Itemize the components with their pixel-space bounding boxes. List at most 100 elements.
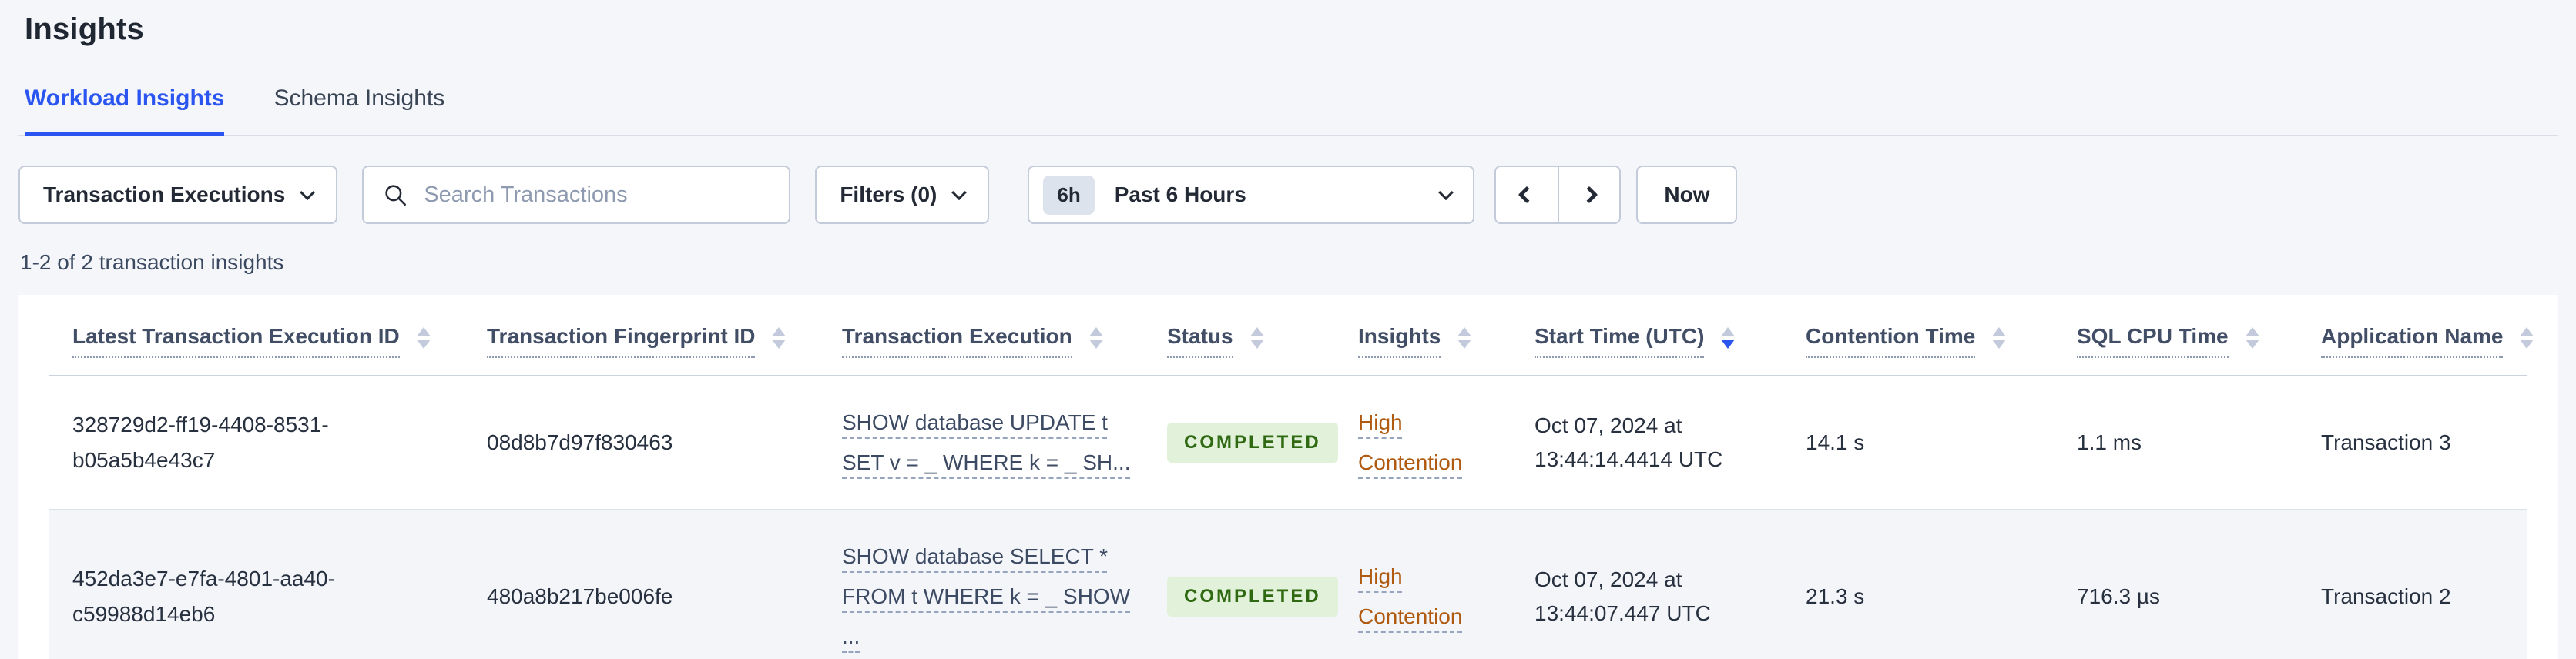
chevron-left-icon: [1518, 186, 1536, 204]
sort-asc-icon: [1249, 327, 1264, 336]
sort-asc-icon: [1088, 327, 1103, 336]
sort-desc-icon: [1249, 340, 1264, 349]
filters-label: Filters (0): [840, 182, 937, 206]
sort-arrows-icon[interactable]: [1457, 327, 1472, 358]
tab-workload-insights[interactable]: Workload Insights: [25, 85, 225, 136]
column-header-status[interactable]: Status: [1167, 295, 1358, 376]
column-header-contention-time[interactable]: Contention Time: [1806, 295, 2077, 376]
toolbar: Transaction Executions Filters (0) 6h Pa…: [18, 166, 2558, 224]
sort-asc-icon: [772, 327, 787, 336]
transaction-execution-link[interactable]: SHOW database SELECT * FROM t WHERE k = _…: [842, 537, 1149, 657]
cell-sql-cpu-time: 716.3 µs: [2077, 509, 2321, 659]
page-title: Insights: [25, 12, 144, 46]
sort-desc-icon: [2520, 340, 2534, 349]
column-label: Application Name: [2321, 324, 2504, 358]
sort-arrows-icon[interactable]: [1721, 327, 1736, 358]
results-summary: 1-2 of 2 transaction insights: [20, 250, 284, 274]
insights-table-card: Latest Transaction Execution ID Transacti…: [18, 295, 2558, 659]
sort-arrows-icon[interactable]: [2245, 327, 2259, 358]
column-label: Status: [1167, 324, 1233, 358]
sort-desc-icon: [1721, 340, 1736, 349]
insight-link[interactable]: High Contention: [1358, 564, 1462, 628]
cell-transaction-execution: SHOW database SELECT * FROM t WHERE k = _…: [842, 509, 1167, 659]
cell-transaction-execution: SHOW database UPDATE t SET v = _ WHERE k …: [842, 375, 1167, 510]
sort-desc-icon: [2245, 340, 2259, 349]
chevron-right-icon: [1581, 186, 1598, 204]
cell-latest-execution-id: 452da3e7-e7fa-4801-aa40- c59988d14eb6: [49, 509, 487, 659]
cell-latest-execution-id: 328729d2-ff19-4408-8531- b05a5b4e43c7: [49, 375, 487, 510]
sort-asc-icon: [2520, 327, 2534, 336]
sort-asc-icon: [2245, 327, 2259, 336]
sort-arrows-icon[interactable]: [1088, 327, 1103, 358]
insight-link[interactable]: High Contention: [1358, 410, 1462, 474]
filters-dropdown[interactable]: Filters (0): [815, 166, 990, 224]
cell-start-time: Oct 07, 2024 at 13:44:14.4414 UTC: [1535, 375, 1806, 510]
search-box[interactable]: [362, 166, 791, 224]
sort-desc-icon: [1992, 340, 2007, 349]
chevron-down-icon: [300, 185, 316, 201]
time-range-label: Past 6 Hours: [1114, 182, 1246, 206]
cell-fingerprint-id: 08d8b7d97f830463: [487, 375, 842, 510]
transaction-type-dropdown[interactable]: Transaction Executions: [18, 166, 338, 224]
cell-insights: High Contention: [1358, 509, 1535, 659]
table-header-row: Latest Transaction Execution ID Transacti…: [49, 295, 2534, 376]
cell-start-time: Oct 07, 2024 at 13:44:07.447 UTC: [1535, 509, 1806, 659]
cell-contention-time: 21.3 s: [1806, 509, 2077, 659]
tab-bar: Workload Insights Schema Insights: [18, 85, 2558, 136]
column-header-application-name[interactable]: Application Name: [2321, 295, 2534, 376]
sort-desc-icon: [1457, 340, 1472, 349]
time-range-picker[interactable]: 6h Past 6 Hours: [1028, 166, 1475, 224]
column-label: SQL CPU Time: [2077, 324, 2229, 358]
sort-arrows-icon[interactable]: [1249, 327, 1264, 358]
status-badge: COMPLETED: [1167, 423, 1338, 463]
column-header-transaction-fingerprint-id[interactable]: Transaction Fingerprint ID: [487, 295, 842, 376]
cell-insights: High Contention: [1358, 375, 1535, 510]
column-header-transaction-execution[interactable]: Transaction Execution: [842, 295, 1167, 376]
previous-time-range-button[interactable]: [1496, 167, 1558, 222]
next-time-range-button[interactable]: [1558, 167, 1620, 222]
cell-status: COMPLETED: [1167, 375, 1358, 510]
cell-fingerprint-id: 480a8b217be006fe: [487, 509, 842, 659]
sort-asc-icon: [1457, 327, 1472, 336]
column-label: Insights: [1358, 324, 1441, 358]
sort-arrows-icon[interactable]: [416, 327, 431, 358]
cell-contention-time: 14.1 s: [1806, 375, 2077, 510]
column-header-start-time-utc[interactable]: Start Time (UTC): [1535, 295, 1806, 376]
column-header-sql-cpu-time[interactable]: SQL CPU Time: [2077, 295, 2321, 376]
chevron-down-icon: [951, 185, 968, 201]
column-label: Start Time (UTC): [1535, 324, 1705, 358]
transaction-execution-link[interactable]: SHOW database UPDATE t SET v = _ WHERE k …: [842, 403, 1149, 483]
sort-arrows-icon[interactable]: [2520, 327, 2534, 358]
cell-application-name: Transaction 2: [2321, 509, 2527, 659]
column-label: Transaction Fingerprint ID: [487, 324, 756, 358]
now-button[interactable]: Now: [1636, 166, 1738, 224]
tab-schema-insights[interactable]: Schema Insights: [273, 85, 444, 136]
search-input[interactable]: [424, 182, 771, 208]
transaction-type-label: Transaction Executions: [43, 182, 286, 206]
insights-page: Insights Workload Insights Schema Insigh…: [0, 0, 2576, 659]
time-range-pager: [1494, 166, 1622, 224]
chevron-down-icon: [1438, 185, 1454, 201]
column-label: Transaction Execution: [842, 324, 1072, 358]
sort-desc-icon: [1088, 340, 1103, 349]
search-icon: [385, 185, 407, 206]
table-row: 328729d2-ff19-4408-8531- b05a5b4e43c7 08d8…: [49, 375, 2527, 510]
sort-arrows-icon[interactable]: [1992, 327, 2007, 358]
table-row: 452da3e7-e7fa-4801-aa40- c59988d14eb6 480a…: [49, 509, 2527, 659]
column-header-latest-transaction-execution-id[interactable]: Latest Transaction Execution ID: [49, 295, 487, 376]
cell-application-name: Transaction 3: [2321, 375, 2527, 510]
sort-desc-icon: [772, 340, 787, 349]
sort-desc-icon: [416, 340, 431, 349]
column-header-insights[interactable]: Insights: [1358, 295, 1535, 376]
transaction-insights-table: Latest Transaction Execution ID Transacti…: [49, 295, 2534, 659]
column-label: Contention Time: [1806, 324, 1976, 358]
cell-sql-cpu-time: 1.1 ms: [2077, 375, 2321, 510]
time-range-badge: 6h: [1043, 175, 1095, 215]
sort-asc-icon: [1721, 327, 1736, 336]
sort-arrows-icon[interactable]: [772, 327, 787, 358]
cell-status: COMPLETED: [1167, 509, 1358, 659]
sort-asc-icon: [416, 327, 431, 336]
column-label: Latest Transaction Execution ID: [72, 324, 400, 358]
sort-asc-icon: [1992, 327, 2007, 336]
status-badge: COMPLETED: [1167, 577, 1338, 617]
